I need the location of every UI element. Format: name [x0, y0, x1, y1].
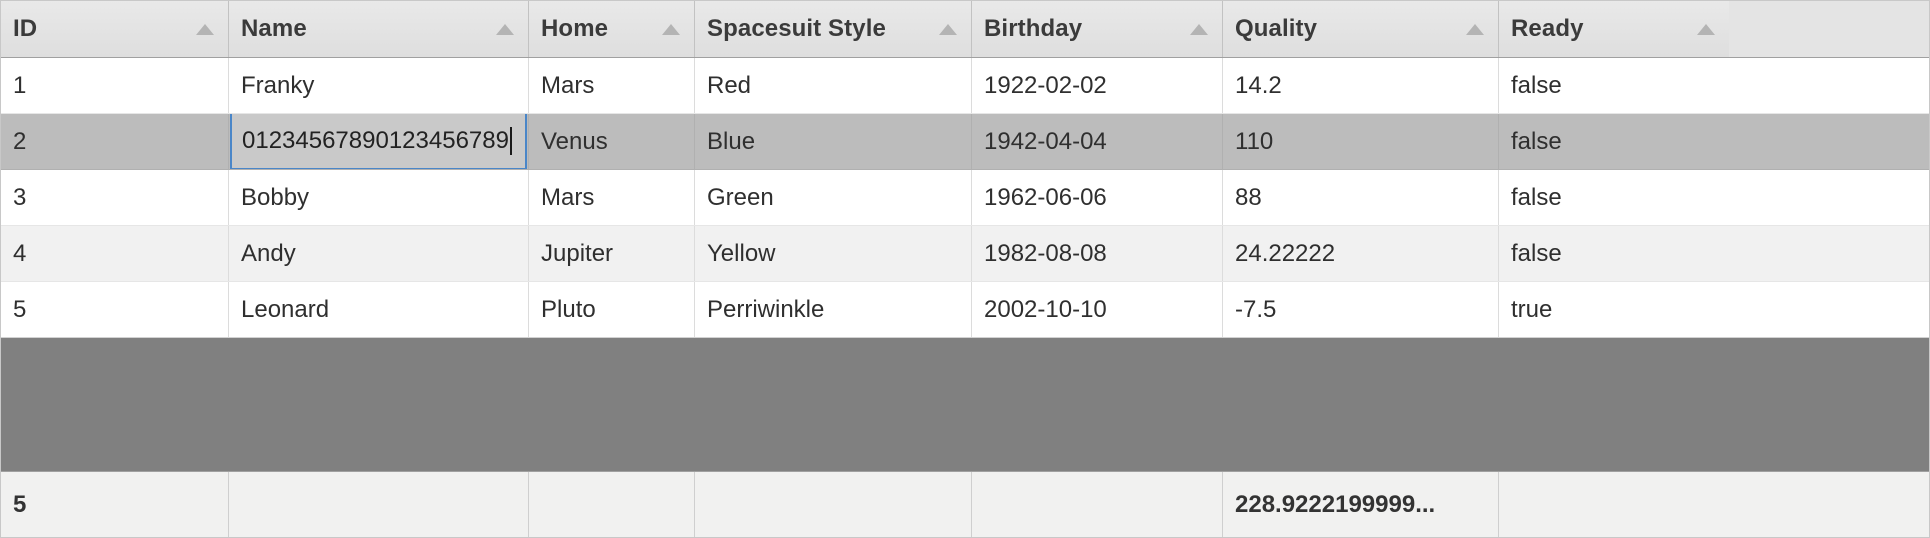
cell-quality[interactable]: -7.5 — [1223, 282, 1499, 337]
column-header-ready[interactable]: Ready — [1499, 1, 1729, 57]
table-footer-row: 5 228.9222199999... — [1, 471, 1929, 537]
sort-ascending-triangle-icon[interactable] — [496, 24, 514, 35]
table-row-selected[interactable]: 2 01234567890123456789 Venus Blue 1942-0… — [1, 114, 1929, 170]
footer-cell-id: 5 — [1, 472, 229, 537]
sort-ascending-triangle-icon[interactable] — [939, 24, 957, 35]
table-row[interactable]: 1 Franky Mars Red 1922-02-02 14.2 false — [1, 58, 1929, 114]
column-header-label: Birthday — [984, 15, 1182, 43]
cell-ready[interactable]: false — [1499, 170, 1729, 225]
column-header-label: Home — [541, 15, 654, 43]
column-header-spacesuit-style[interactable]: Spacesuit Style — [695, 1, 972, 57]
cell-home[interactable]: Mars — [529, 170, 695, 225]
table-header-row: ID Name Home Spacesuit Style Birthday Qu… — [1, 1, 1929, 58]
column-header-label: Name — [241, 15, 488, 43]
cell-birthday[interactable]: 1942-04-04 — [972, 114, 1223, 169]
footer-cell-home — [529, 472, 695, 537]
data-grid: ID Name Home Spacesuit Style Birthday Qu… — [0, 0, 1930, 538]
cell-id[interactable]: 1 — [1, 58, 229, 113]
cell-quality[interactable]: 14.2 — [1223, 58, 1499, 113]
cell-quality[interactable]: 110 — [1223, 114, 1499, 169]
cell-spacesuit-style[interactable]: Red — [695, 58, 972, 113]
column-header-id[interactable]: ID — [1, 1, 229, 57]
footer-cell-spacesuit-style — [695, 472, 972, 537]
cell-home[interactable]: Mars — [529, 58, 695, 113]
cell-id[interactable]: 5 — [1, 282, 229, 337]
sort-ascending-triangle-icon[interactable] — [1190, 24, 1208, 35]
column-header-label: Spacesuit Style — [707, 15, 931, 43]
cell-name[interactable]: Andy — [229, 226, 529, 281]
cell-ready[interactable]: false — [1499, 226, 1729, 281]
cell-birthday[interactable]: 1962-06-06 — [972, 170, 1223, 225]
table-row[interactable]: 5 Leonard Pluto Perriwinkle 2002-10-10 -… — [1, 282, 1929, 338]
cell-name[interactable]: Franky — [229, 58, 529, 113]
cell-quality[interactable]: 24.22222 — [1223, 226, 1499, 281]
cell-spacesuit-style[interactable]: Green — [695, 170, 972, 225]
footer-cell-quality: 228.9222199999... — [1223, 472, 1499, 537]
cell-home[interactable]: Venus — [529, 114, 695, 169]
sort-ascending-triangle-icon[interactable] — [1466, 24, 1484, 35]
cell-spacesuit-style[interactable]: Yellow — [695, 226, 972, 281]
cell-spacesuit-style[interactable]: Blue — [695, 114, 972, 169]
sort-ascending-triangle-icon[interactable] — [1697, 24, 1715, 35]
cell-name-editor[interactable]: 01234567890123456789 — [229, 114, 529, 169]
cell-name[interactable]: Leonard — [229, 282, 529, 337]
column-header-label: Quality — [1235, 15, 1458, 43]
cell-birthday[interactable]: 1982-08-08 — [972, 226, 1223, 281]
cell-quality[interactable]: 88 — [1223, 170, 1499, 225]
cell-ready[interactable]: false — [1499, 58, 1729, 113]
name-edit-value: 01234567890123456789 — [242, 127, 509, 155]
sort-ascending-triangle-icon[interactable] — [196, 24, 214, 35]
table-body: 1 Franky Mars Red 1922-02-02 14.2 false … — [1, 58, 1929, 471]
cell-id[interactable]: 2 — [1, 114, 229, 169]
cell-home[interactable]: Jupiter — [529, 226, 695, 281]
column-header-label: Ready — [1511, 15, 1689, 43]
footer-cell-birthday — [972, 472, 1223, 537]
cell-ready[interactable]: true — [1499, 282, 1729, 337]
column-header-name[interactable]: Name — [229, 1, 529, 57]
cell-id[interactable]: 4 — [1, 226, 229, 281]
cell-id[interactable]: 3 — [1, 170, 229, 225]
footer-cell-ready — [1499, 472, 1729, 537]
sort-ascending-triangle-icon[interactable] — [662, 24, 680, 35]
cell-name[interactable]: Bobby — [229, 170, 529, 225]
cell-spacesuit-style[interactable]: Perriwinkle — [695, 282, 972, 337]
cell-birthday[interactable]: 1922-02-02 — [972, 58, 1223, 113]
cell-ready[interactable]: false — [1499, 114, 1729, 169]
text-caret — [510, 127, 512, 155]
column-header-home[interactable]: Home — [529, 1, 695, 57]
column-header-quality[interactable]: Quality — [1223, 1, 1499, 57]
footer-cell-name — [229, 472, 529, 537]
column-header-label: ID — [13, 15, 188, 43]
cell-home[interactable]: Pluto — [529, 282, 695, 337]
cell-birthday[interactable]: 2002-10-10 — [972, 282, 1223, 337]
table-row[interactable]: 4 Andy Jupiter Yellow 1982-08-08 24.2222… — [1, 226, 1929, 282]
table-row[interactable]: 3 Bobby Mars Green 1962-06-06 88 false — [1, 170, 1929, 226]
name-edit-input[interactable]: 01234567890123456789 — [230, 114, 527, 169]
column-header-birthday[interactable]: Birthday — [972, 1, 1223, 57]
